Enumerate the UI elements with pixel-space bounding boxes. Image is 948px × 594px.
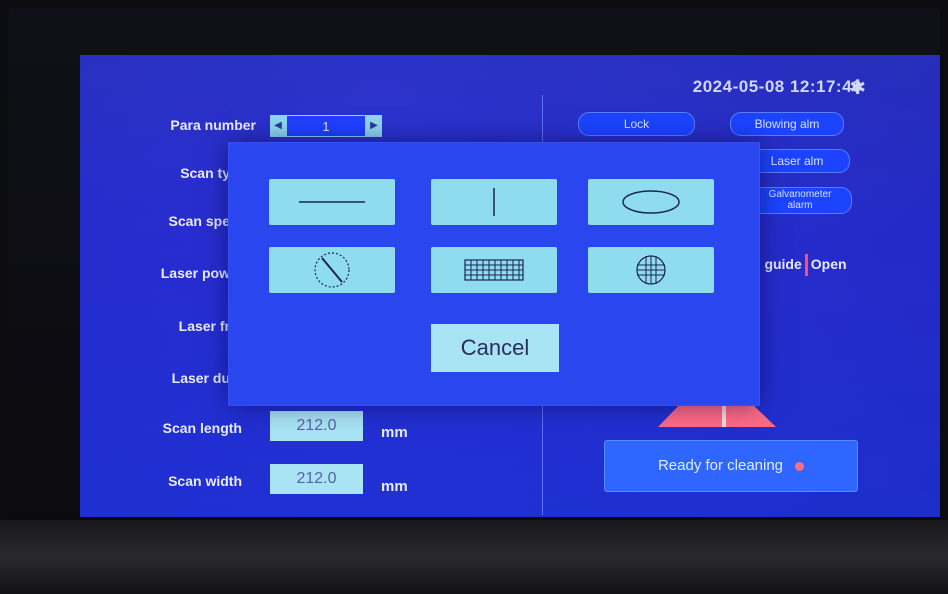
scan-length-input[interactable]: 212.0 [270,411,363,441]
circular-grid-icon [636,255,666,285]
para-number-label: Para number [170,117,256,133]
lock-button[interactable]: Lock [578,112,695,136]
device-base [0,520,948,594]
scan-type-line-button[interactable] [269,179,395,225]
ready-status-dot [795,461,805,471]
scan-width-unit: mm [381,478,408,495]
increment-arrow-icon[interactable]: ▶ [366,115,382,137]
scan-type-grid-button[interactable] [431,247,557,293]
scan-length-unit: mm [381,424,408,441]
scan-type-label: Scan ty [180,165,230,181]
cancel-button[interactable]: Cancel [431,324,559,372]
scan-width-input[interactable]: 212.0 [270,464,363,494]
red-guide-toggle[interactable]: d guide Open [752,249,872,279]
horizontal-line-icon [299,201,365,203]
datetime-display: 2024-05-08 12:17:40 [692,77,862,96]
para-number-value[interactable]: 1 [286,115,366,137]
bluetooth-icon: ✱ [849,77,866,99]
ready-for-cleaning-button[interactable]: Ready for cleaning [604,440,858,492]
ready-for-cleaning-label: Ready for cleaning [657,457,784,474]
laser-alarm-indicator: Laser alm [744,149,850,173]
scan-width-label: Scan width [168,473,242,489]
galvanometer-alarm-line1: Galvanometer [768,189,832,200]
rectangle-grid-icon [464,259,524,281]
para-number-stepper: ◀ 1 ▶ [270,115,382,137]
scan-length-label: Scan length [162,420,242,436]
laser-frequency-label: Laser fr [178,318,230,334]
circle-diagonal-icon [314,252,350,288]
galvanometer-alarm-line2: alarm [787,200,813,211]
scan-speed-label: Scan spe [168,213,230,229]
touch-screen: 2024-05-08 12:17:40 ✱ Lock Blowing alm L… [80,55,940,517]
scan-type-vertical-button[interactable] [431,179,557,225]
scan-type-circle-line-button[interactable] [269,247,395,293]
decrement-arrow-icon[interactable]: ◀ [270,115,286,137]
laser-power-label: Laser pow [160,265,230,281]
scan-type-ellipse-button[interactable] [588,179,714,225]
galvanometer-alarm-indicator: Galvanometer alarm [748,187,852,214]
scan-type-circle-grid-button[interactable] [588,247,714,293]
ellipse-icon [622,190,680,214]
blowing-alarm-indicator: Blowing alm [730,112,844,136]
scan-type-dialog: Cancel [229,143,759,405]
vertical-line-icon [493,188,495,216]
red-guide-label: d guide [752,256,802,272]
laser-duty-label: Laser du [171,370,230,386]
red-guide-state: Open [810,256,847,272]
